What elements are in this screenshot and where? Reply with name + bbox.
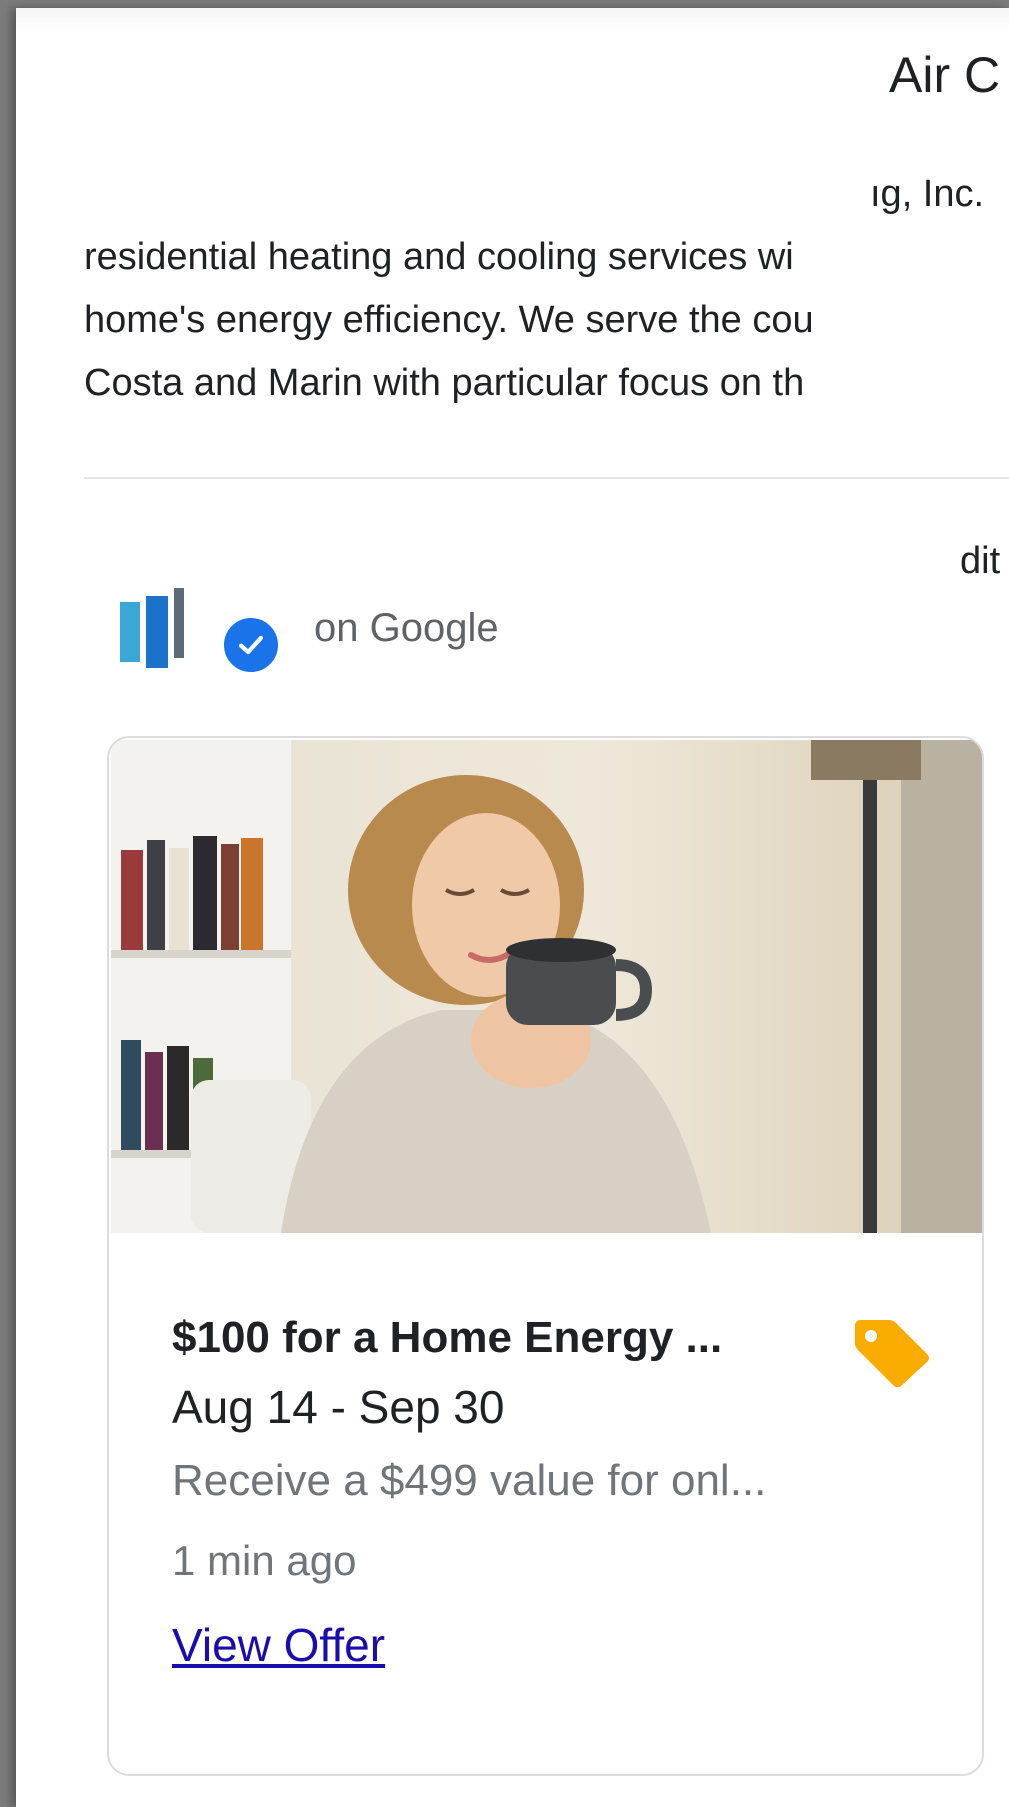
offer-timestamp: 1 min ago (172, 1537, 357, 1584)
offer-card[interactable]: $100 for a Home Energy ... Aug 14 - Sep … (107, 736, 984, 1776)
window-titlebar (16, 8, 1009, 30)
browser-window: Air C ıg, Inc. residential heating and c… (16, 8, 1009, 1807)
offer-title[interactable]: $100 for a Home Energy ... (172, 1308, 932, 1368)
description-line-3: home's energy efficiency. We serve the c… (84, 299, 814, 341)
offer-details: $100 for a Home Energy ... Aug 14 - Sep … (172, 1308, 932, 1672)
section-divider (84, 477, 1009, 479)
description-line-4: Costa and Marin with particular focus on… (84, 362, 805, 404)
offer-image (111, 740, 982, 1233)
description-fade (84, 168, 869, 216)
view-offer-link[interactable]: View Offer (172, 1618, 385, 1672)
business-logo (102, 588, 222, 678)
tag-icon (855, 1320, 929, 1388)
offer-description: Receive a $499 value for onl... (172, 1456, 767, 1505)
business-title: Air C (889, 47, 1001, 103)
posts-source-label: on Google (314, 606, 499, 650)
description-line-2: residential heating and cooling services… (84, 236, 794, 278)
section-heading-partial: dit (960, 540, 1001, 582)
offer-dates: Aug 14 - Sep 30 (172, 1381, 505, 1433)
verified-icon (220, 614, 282, 676)
